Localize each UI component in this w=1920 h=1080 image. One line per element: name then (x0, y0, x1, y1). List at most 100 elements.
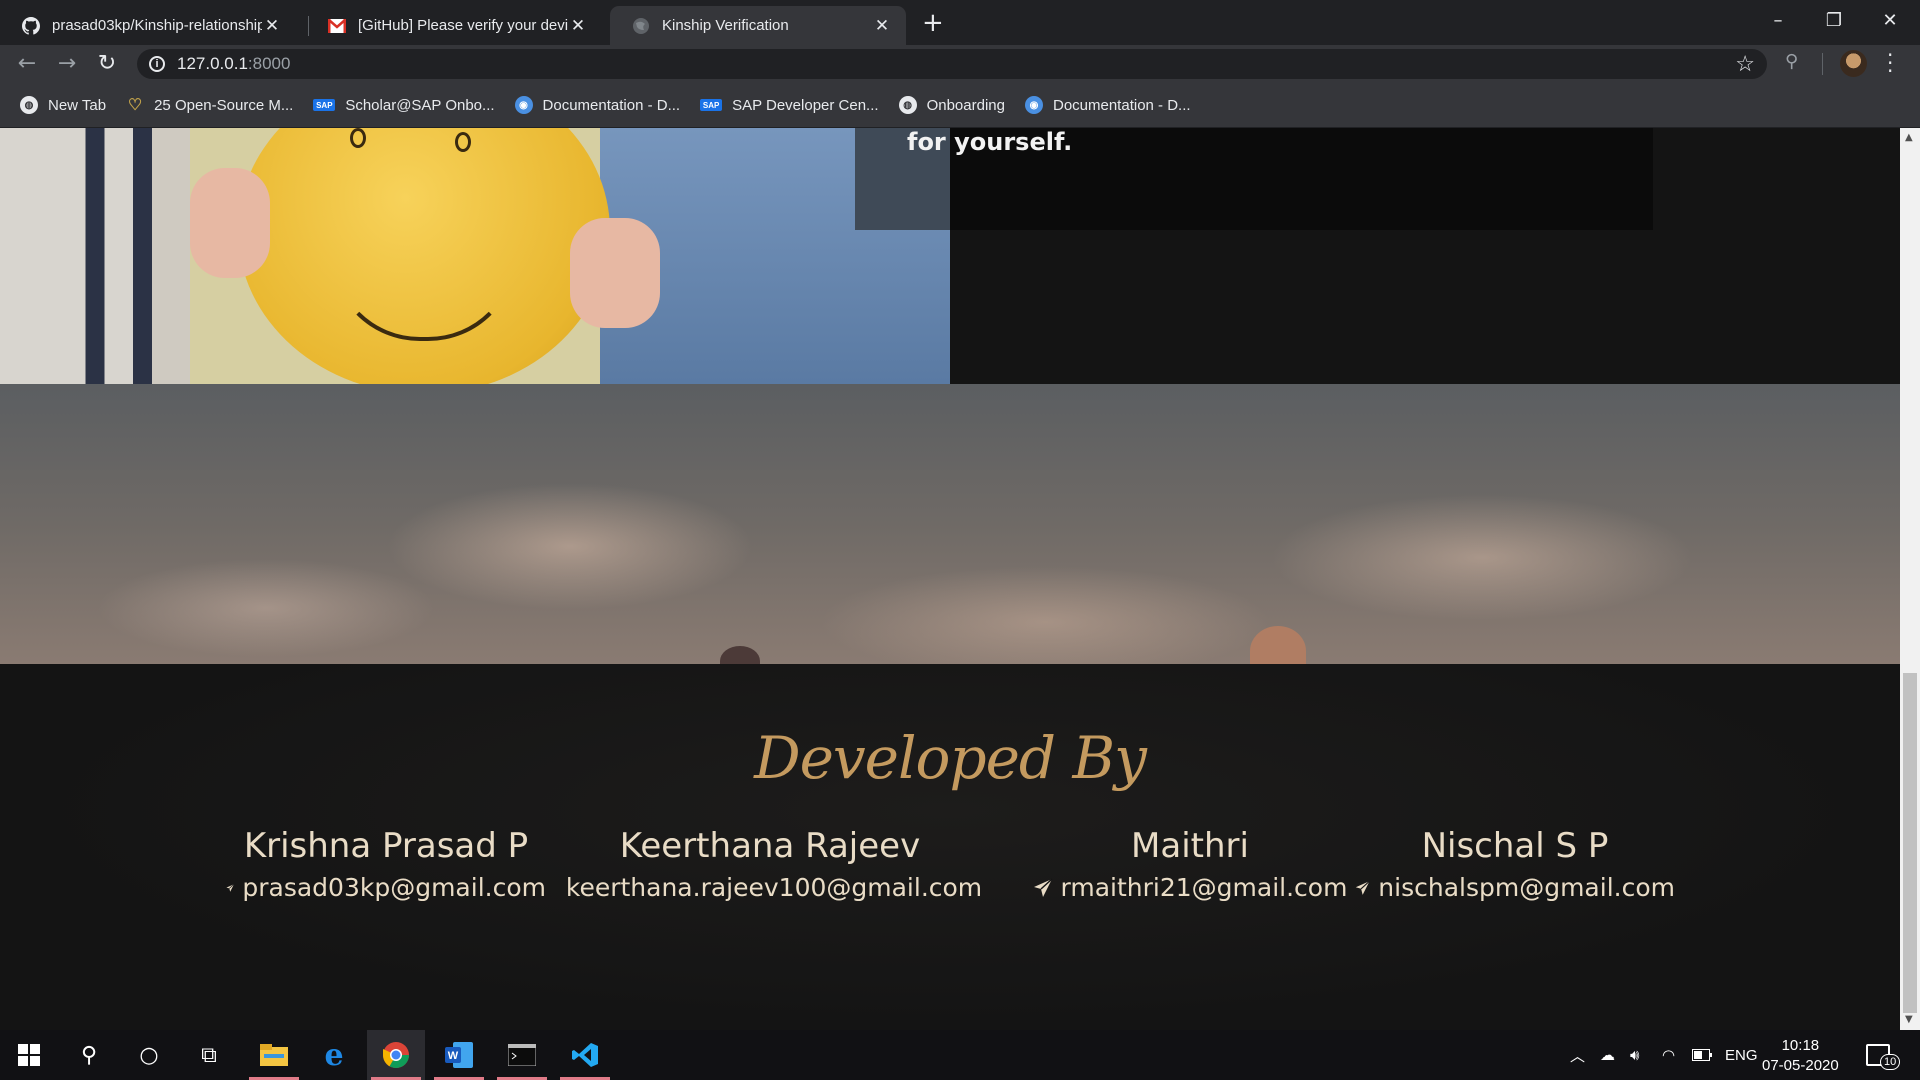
tab-title: prasad03kp/Kinship-relationship (52, 17, 262, 34)
tab-strip: prasad03kp/Kinship-relationship ✕ [GitHu… (0, 0, 1920, 45)
tab-kinship-verification[interactable]: Kinship Verification ✕ (610, 6, 906, 45)
clouds-parallax-image (0, 384, 1900, 676)
svg-text:W: W (448, 1050, 459, 1062)
bookmark-label: Documentation - D... (1052, 96, 1191, 114)
sap-icon: SAP (700, 99, 723, 111)
member-email[interactable]: keerthana.rajeev100@gmail.com (560, 868, 983, 908)
page-scrollbar[interactable]: ▲ ▼ (1900, 128, 1920, 1030)
tab-github-repo[interactable]: prasad03kp/Kinship-relationship ✕ (0, 6, 296, 45)
bookmark-label: Scholar@SAP Onbo... (345, 96, 495, 114)
task-view-icon[interactable]: ⧉ (180, 1030, 238, 1080)
member-name: Krishna Prasad P (243, 826, 529, 866)
forward-arrow-icon[interactable]: → (52, 51, 82, 76)
profile-avatar[interactable] (1840, 50, 1867, 77)
battery-icon[interactable] (1692, 1030, 1712, 1080)
taskbar-clock[interactable]: 10:18 07-05-2020 (1762, 1036, 1839, 1076)
bookmark-item[interactable]: ◍ New Tab (20, 96, 106, 114)
cortana-icon[interactable]: ○ (120, 1030, 178, 1080)
bookmarks-bar: ◍ New Tab ♡ 25 Open-Source M... SAP Scho… (0, 83, 1920, 128)
member-name: Keerthana Rajeev (619, 826, 921, 866)
vscode-icon[interactable] (556, 1030, 614, 1080)
new-tab-button[interactable]: + (922, 8, 944, 38)
wifi-icon[interactable]: ◠ (1662, 1030, 1675, 1080)
globe-icon (633, 17, 649, 34)
scroll-down-arrow-icon[interactable]: ▼ (1905, 1014, 1913, 1025)
scrollbar-thumb[interactable] (1903, 673, 1917, 1013)
hero-text-panel (950, 128, 1900, 384)
tab-gmail[interactable]: [GitHub] Please verify your devic ✕ (306, 6, 602, 45)
minimize-icon[interactable]: – (1750, 2, 1806, 38)
bookmark-item[interactable]: SAP Scholar@SAP Onbo... (313, 96, 495, 114)
docs-icon: ◉ (514, 96, 533, 114)
info-icon[interactable]: i (149, 56, 165, 72)
bookmark-label: Documentation - D... (542, 96, 681, 114)
word-icon[interactable]: W (430, 1030, 488, 1080)
restore-icon[interactable]: ❐ (1806, 2, 1862, 38)
member-name: Nischal S P (1421, 826, 1609, 866)
notification-center-icon[interactable]: 10 (1866, 1030, 1901, 1080)
close-icon[interactable]: ✕ (568, 16, 588, 36)
photo-plate-eye (455, 132, 471, 152)
send-icon (1033, 878, 1053, 897)
github-icon (22, 16, 40, 35)
language-indicator[interactable]: ENG (1725, 1030, 1758, 1080)
chrome-icon[interactable] (367, 1030, 425, 1080)
browser-toolbar: ← → ↻ i 127.0.0.1:8000 ☆ ⚲ · · · (0, 45, 1920, 83)
member-email-text: prasad03kp@gmail.com (242, 873, 546, 902)
extension-icon[interactable]: ⚲ (1785, 51, 1798, 72)
member-email[interactable]: prasad03kp@gmail.com (226, 868, 546, 908)
developed-by-heading: Developed By (754, 724, 1147, 792)
developers-section: Developed By Krishna Prasad P prasad03kp… (0, 664, 1900, 1030)
team-member: Maithri rmaithri21@gmail.com (1030, 824, 1350, 908)
clock-date: 07-05-2020 (1762, 1057, 1839, 1074)
photo-hand (190, 168, 270, 278)
bookmark-item[interactable]: ◉ Documentation - D... (514, 96, 681, 114)
window-close-icon[interactable]: ✕ (1862, 2, 1918, 38)
back-arrow-icon[interactable]: ← (12, 51, 42, 76)
search-icon[interactable]: ⚲ (60, 1030, 118, 1080)
team-member: Nischal S P nischalspm@gmail.com (1355, 824, 1675, 908)
reload-icon[interactable]: ↻ (92, 51, 122, 76)
member-email-text: nischalspm@gmail.com (1378, 873, 1675, 902)
send-icon (1355, 880, 1370, 895)
clock-time: 10:18 (1781, 1037, 1820, 1054)
photo-plate-eye (350, 128, 366, 148)
bookmark-label: Onboarding (926, 96, 1005, 114)
show-hidden-icons-icon[interactable]: ︿ (1570, 1030, 1585, 1080)
volume-icon[interactable]: 🔊︎ (1630, 1030, 1639, 1080)
address-bar[interactable]: i 127.0.0.1:8000 ☆ (137, 49, 1767, 79)
member-email-text: keerthana.rajeev100@gmail.com (565, 873, 983, 902)
heart-icon: ♡ (127, 97, 143, 114)
bookmark-item[interactable]: ♡ 25 Open-Source M... (126, 96, 294, 115)
edge-icon[interactable]: e (305, 1030, 363, 1080)
bookmark-star-icon[interactable]: ☆ (1735, 51, 1755, 77)
terminal-icon[interactable] (493, 1030, 551, 1080)
bookmark-label: SAP Developer Cen... (732, 96, 879, 114)
gmail-icon (328, 18, 346, 33)
member-email[interactable]: nischalspm@gmail.com (1355, 868, 1675, 908)
tab-title: Kinship Verification (662, 17, 789, 34)
file-explorer-icon[interactable] (245, 1030, 303, 1080)
windows-taskbar: ⚲ ○ ⧉ e W ︿ ☁ 🔊︎ ◠ ENG 10:18 07-05-2020 … (0, 1030, 1920, 1080)
toolbar-divider (1822, 53, 1823, 75)
url-host: 127.0.0.1 (177, 54, 248, 73)
member-email[interactable]: rmaithri21@gmail.com (1030, 868, 1350, 908)
send-icon (226, 883, 235, 892)
scroll-up-arrow-icon[interactable]: ▲ (1905, 132, 1913, 143)
windows-start-icon[interactable] (0, 1030, 58, 1080)
close-icon[interactable]: ✕ (262, 16, 282, 36)
notification-count-badge: 10 (1880, 1054, 1901, 1070)
menu-kebab-icon[interactable]: · · · (1887, 45, 1893, 81)
page-viewport: for yourself. Developed By Krishna Prasa… (0, 128, 1900, 1030)
onedrive-icon[interactable]: ☁ (1600, 1030, 1615, 1080)
bookmark-item[interactable]: ◍ Onboarding (898, 96, 1005, 114)
team-member: Keerthana Rajeev keerthana.rajeev100@gma… (560, 824, 983, 908)
sap-icon: SAP (313, 99, 336, 111)
close-icon[interactable]: ✕ (872, 16, 892, 36)
globe-icon: ◍ (898, 96, 917, 114)
bookmark-label: 25 Open-Source M... (154, 96, 294, 114)
bookmark-label: New Tab (48, 96, 107, 114)
hero-text-tail: for yourself. (907, 128, 1073, 156)
bookmark-item[interactable]: SAP SAP Developer Cen... (700, 96, 879, 114)
bookmark-item[interactable]: ◉ Documentation - D... (1024, 96, 1191, 114)
